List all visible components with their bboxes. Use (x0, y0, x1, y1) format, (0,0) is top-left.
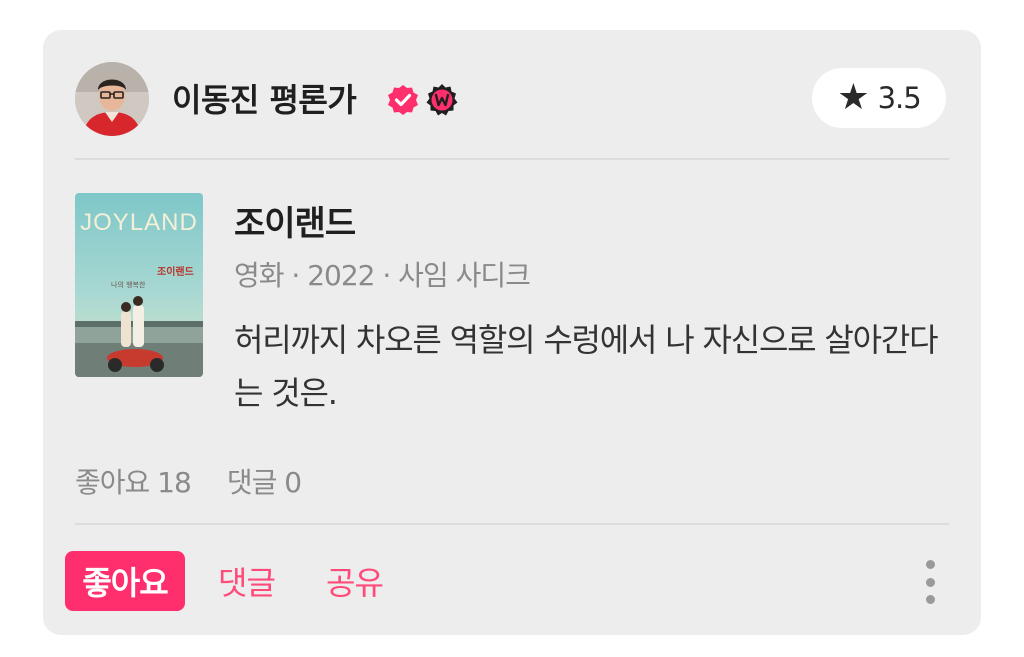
likes-count: 좋아요 18 (75, 466, 192, 499)
actions-divider (75, 523, 949, 525)
work-title[interactable]: 조이랜드 (234, 202, 356, 246)
watcha-w-badge-icon (426, 84, 458, 116)
more-vertical-icon[interactable] (918, 560, 942, 604)
movie-poster[interactable]: 나의 행복한 JOYLAND 조이랜드 (75, 193, 203, 377)
poster-title: JOYLAND (80, 209, 198, 236)
review-text[interactable]: 허리까지 차오른 역할의 수렁에서 나 자신으로 살아간다는 것은. (234, 314, 954, 420)
avatar-photo (75, 62, 149, 136)
like-button[interactable]: 좋아요 (65, 551, 185, 611)
comment-button[interactable]: 댓글 (218, 551, 276, 611)
header-divider (75, 158, 949, 160)
avatar[interactable] (75, 62, 149, 136)
star-icon: ★ (837, 77, 870, 118)
verified-check-icon (388, 85, 418, 115)
comments-count: 댓글 0 (226, 466, 302, 499)
rating-value: 3.5 (877, 81, 922, 115)
poster-title-korean: 조이랜드 (157, 267, 194, 278)
stats-row: 좋아요 18 댓글 0 (75, 464, 302, 502)
svg-text:나의 행복한: 나의 행복한 (111, 280, 146, 289)
share-button[interactable]: 공유 (326, 551, 384, 611)
work-meta: 영화 · 2022 · 사임 사디크 (234, 259, 531, 292)
author-name[interactable]: 이동진 평론가 (172, 78, 357, 122)
rating-pill: ★ 3.5 (812, 68, 946, 128)
